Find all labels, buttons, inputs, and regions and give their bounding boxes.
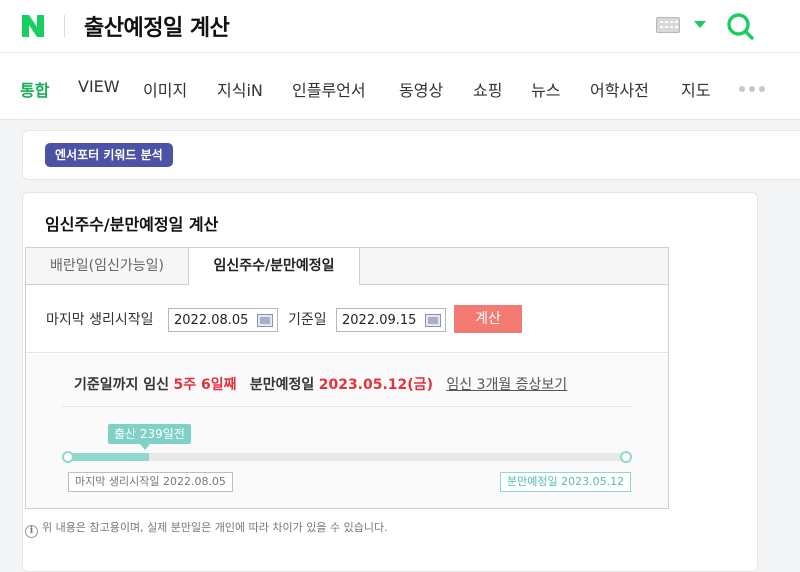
tab-ovulation[interactable]: 배란일(임신가능일) [26,248,188,285]
logo-divider [64,15,65,37]
pregnancy-weeks: 5주 6일째 [173,377,237,393]
naver-logo[interactable] [20,13,46,39]
page-title: 출산예정일 계산 [84,16,230,41]
nav-tab-dictionary[interactable]: 어학사전 [590,77,649,101]
tooltip-arrow [140,444,150,450]
last-period-date-input[interactable]: 2022.08.05 [168,308,278,332]
calendar-icon[interactable] [257,314,273,327]
result-divider [62,406,632,407]
calculate-button[interactable]: 계산 [454,305,522,333]
result-area: 기준일까지 임신 5주 6일째 분만예정일 2023.05.12(금) 임신 3… [26,354,668,508]
tab-pregnancy-weeks[interactable]: 임신주수/분만예정일 [188,248,360,286]
days-remaining-tooltip: 출산 239일전 [108,424,191,444]
keyword-analysis-badge[interactable]: 엔서포터 키워드 분석 [45,143,173,167]
calculator-box: 배란일(임신가능일) 임신주수/분만예정일 마지막 생리시작일 2022.08.… [25,247,669,509]
nav-tab-kin[interactable]: 지식iN [217,77,263,101]
date-input-row: 마지막 생리시작일 2022.08.05 기준일 2022.09.15 계산 [26,285,668,353]
calculator-title: 임신주수/분만예정일 계산 [45,215,219,234]
progress-start-label: 마지막 생리시작일 2022.08.05 [68,472,233,492]
pregnancy-progress-fill [68,453,150,461]
calendar-icon[interactable] [425,314,441,327]
keyboard-icon[interactable] [656,17,680,33]
keyword-analysis-card: 엔서포터 키워드 분석 [22,130,800,180]
caret-down-icon[interactable] [694,21,706,28]
nav-tab-video[interactable]: 동영상 [399,77,443,101]
info-icon: i [25,525,38,538]
symptoms-link[interactable]: 임신 3개월 증상보기 [446,377,567,393]
nav-tab-integrated[interactable]: 통합 [20,77,49,101]
disclaimer-notice: i 위 내용은 참고용이며, 실제 분만일은 개인에 따라 차이가 있을 수 있습… [25,519,388,538]
due-date-calculator-card: 임신주수/분만예정일 계산 배란일(임신가능일) 임신주수/분만예정일 마지막 … [22,192,758,572]
search-icon[interactable] [726,12,754,40]
nav-tab-influencer[interactable]: 인플루언서 [292,77,366,101]
calculator-tabs: 배란일(임신가능일) 임신주수/분만예정일 [26,248,668,286]
progress-end-label: 분만예정일 2023.05.12 [500,472,632,492]
base-date-input[interactable]: 2022.09.15 [336,308,446,332]
due-date-value: 2023.05.12(금) [318,377,433,393]
nav-tab-map[interactable]: 지도 [681,77,710,101]
progress-end-dot [620,451,632,463]
base-date-value: 2022.09.15 [342,313,417,328]
top-header: 출산예정일 계산 [0,0,800,52]
pregnancy-progress-track [68,453,626,461]
base-date-label: 기준일 [288,312,327,328]
progress-start-dot [62,451,74,463]
last-period-date-value: 2022.08.05 [174,313,249,328]
due-date-label: 분만예정일 [249,377,315,393]
nav-tab-shopping[interactable]: 쇼핑 [473,77,502,101]
search-tabs-nav: 통합 VIEW 이미지 지식iN 인플루언서 동영상 쇼핑 뉴스 어학사전 지도 [0,52,800,120]
last-period-label: 마지막 생리시작일 [46,312,154,328]
nav-tab-images[interactable]: 이미지 [143,77,187,101]
nav-tab-view[interactable]: VIEW [78,77,120,96]
result-line: 기준일까지 임신 5주 6일째 분만예정일 2023.05.12(금) 임신 3… [74,374,567,394]
disclaimer-text: 위 내용은 참고용이며, 실제 분만일은 개인에 따라 차이가 있을 수 있습니… [42,521,388,534]
result-prefix: 기준일까지 임신 [74,377,170,393]
nav-tab-news[interactable]: 뉴스 [531,77,560,101]
